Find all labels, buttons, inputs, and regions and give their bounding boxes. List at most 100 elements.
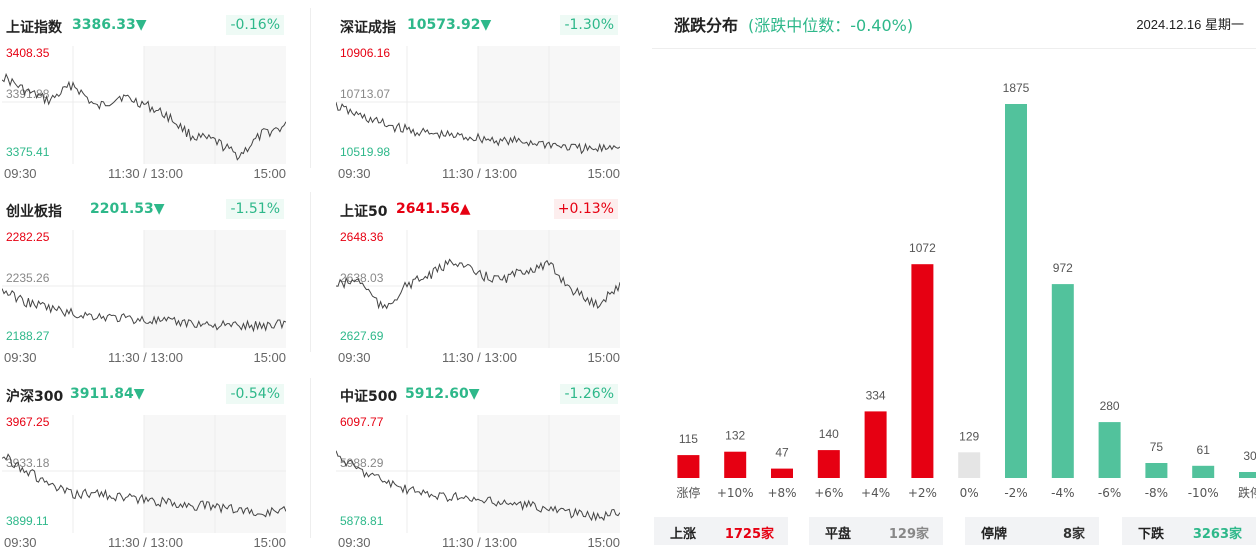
summary-value: 3263家 bbox=[1192, 527, 1242, 542]
summary-value: 8家 bbox=[1062, 527, 1085, 542]
index-value: 10573.92▼ bbox=[407, 17, 491, 33]
bar-category-label: -8% bbox=[1145, 486, 1168, 500]
summary-label: 停牌 bbox=[981, 527, 1008, 542]
index-card[interactable]: 创业板指 2201.53▼ -1.51% 2282.25 2235.26 2188.27 0… bbox=[2, 192, 286, 372]
bar-3[interactable] bbox=[817, 450, 840, 478]
index-value: 3911.84▼ bbox=[70, 386, 145, 402]
time-label-close: 15:00 bbox=[587, 535, 620, 550]
index-value-number: 2201.53 bbox=[90, 201, 154, 217]
summary-label: 下跌 bbox=[1138, 527, 1165, 542]
bar-category-label: -10% bbox=[1188, 486, 1219, 500]
summary-label: 上涨 bbox=[670, 527, 697, 542]
index-card[interactable]: 上证50 2641.56▲ +0.13% 2648.36 2638.03 2627.69 0… bbox=[336, 192, 620, 372]
bar-category-label: -2% bbox=[1004, 486, 1027, 500]
bar-value-label: 75 bbox=[1150, 440, 1164, 454]
bar-category-label: 跌停 bbox=[1238, 485, 1256, 500]
index-header: 沪深300 3911.84▼ -0.54% bbox=[2, 377, 286, 407]
bar-12[interactable] bbox=[1239, 472, 1256, 478]
bar-value-label: 115 bbox=[679, 432, 698, 446]
intraday-sparkline bbox=[2, 230, 286, 348]
bar-value-label: 334 bbox=[866, 388, 886, 402]
index-header: 上证50 2641.56▲ +0.13% bbox=[336, 192, 620, 222]
index-change-badge: -1.51% bbox=[226, 199, 284, 219]
bar-category-label: +10% bbox=[717, 486, 754, 500]
bar-2[interactable] bbox=[771, 468, 793, 478]
trend-arrow-icon: ▼ bbox=[135, 17, 147, 33]
bar-10[interactable] bbox=[1145, 463, 1168, 478]
index-value-number: 2641.56 bbox=[396, 201, 460, 217]
bar-value-label: 972 bbox=[1053, 261, 1073, 275]
index-change-badge: -0.16% bbox=[226, 15, 284, 35]
index-name: 上证50 bbox=[340, 204, 388, 220]
index-value: 2201.53▼ bbox=[90, 201, 165, 217]
bar-value-label: 140 bbox=[819, 427, 839, 441]
index-card[interactable]: 上证指数 3386.33▼ -0.16% 3408.35 3391.88 3375.41 0… bbox=[2, 8, 286, 188]
index-change-badge: -1.30% bbox=[560, 15, 618, 35]
index-card[interactable]: 沪深300 3911.84▼ -0.54% 3967.25 3933.18 3899.11… bbox=[2, 377, 286, 557]
intraday-sparkline bbox=[336, 46, 620, 164]
trend-arrow-icon: ▼ bbox=[153, 201, 165, 217]
bar-9[interactable] bbox=[1098, 422, 1121, 478]
summary-value: 1725家 bbox=[724, 527, 774, 542]
bar-category-label: +4% bbox=[861, 486, 890, 500]
index-name: 沪深300 bbox=[6, 389, 64, 405]
bar-category-label: 0% bbox=[960, 486, 979, 500]
time-label-close: 15:00 bbox=[587, 350, 620, 365]
bar-8[interactable] bbox=[1051, 284, 1074, 478]
time-label-close: 15:00 bbox=[587, 166, 620, 181]
time-label-mid: 11:30 / 13:00 bbox=[442, 166, 517, 181]
index-header: 深证成指 10573.92▼ -1.30% bbox=[336, 8, 620, 38]
time-label-open: 09:30 bbox=[4, 166, 37, 181]
index-card[interactable]: 深证成指 10573.92▼ -1.30% 10906.16 10713.07 10519… bbox=[336, 8, 620, 188]
time-label-mid: 11:30 / 13:00 bbox=[442, 535, 517, 550]
index-value: 2641.56▲ bbox=[396, 201, 471, 217]
bar-6[interactable] bbox=[958, 452, 981, 478]
index-change-badge: -1.26% bbox=[560, 384, 618, 404]
bar-category-label: +2% bbox=[908, 486, 937, 500]
bar-value-label: 129 bbox=[959, 429, 979, 443]
bar-value-label: 47 bbox=[775, 446, 789, 460]
time-label-mid: 11:30 / 13:00 bbox=[108, 535, 183, 550]
trend-arrow-icon: ▲ bbox=[459, 201, 471, 217]
summary-label: 平盘 bbox=[825, 527, 852, 542]
bar-category-label: 涨停 bbox=[676, 485, 700, 500]
trend-arrow-icon: ▼ bbox=[468, 386, 480, 402]
bar-value-label: 30 bbox=[1243, 449, 1256, 463]
bar-category-label: -6% bbox=[1098, 486, 1121, 500]
index-value-number: 10573.92 bbox=[407, 17, 481, 33]
time-label-close: 15:00 bbox=[253, 166, 286, 181]
bar-category-label: +6% bbox=[814, 486, 843, 500]
index-value: 3386.33▼ bbox=[72, 17, 147, 33]
index-card[interactable]: 中证500 5912.60▼ -1.26% 6097.77 5988.29 5878.81… bbox=[336, 377, 620, 557]
index-header: 上证指数 3386.33▼ -0.16% bbox=[2, 8, 286, 38]
index-header: 中证500 5912.60▼ -1.26% bbox=[336, 377, 620, 407]
bar-category-label: +8% bbox=[767, 486, 796, 500]
summary-fall: 下跌 3263家 bbox=[1122, 517, 1256, 545]
time-label-open: 09:30 bbox=[4, 535, 37, 550]
time-label-open: 09:30 bbox=[4, 350, 37, 365]
intraday-sparkline bbox=[336, 415, 620, 533]
bar-1[interactable] bbox=[724, 451, 747, 478]
time-label-mid: 11:30 / 13:00 bbox=[108, 166, 183, 181]
index-change-badge: -0.54% bbox=[226, 384, 284, 404]
time-label-close: 15:00 bbox=[253, 535, 286, 550]
bar-7[interactable] bbox=[1005, 104, 1027, 478]
column-divider bbox=[310, 192, 311, 352]
intraday-sparkline bbox=[2, 46, 286, 164]
summary-suspended: 停牌 8家 bbox=[965, 517, 1099, 545]
time-label-open: 09:30 bbox=[338, 535, 371, 550]
time-label-mid: 11:30 / 13:00 bbox=[442, 350, 517, 365]
bar-4[interactable] bbox=[864, 411, 887, 478]
time-label-close: 15:00 bbox=[253, 350, 286, 365]
index-name: 深证成指 bbox=[340, 20, 396, 36]
intraday-sparkline bbox=[2, 415, 286, 533]
intraday-sparkline bbox=[336, 230, 620, 348]
bar-value-label: 1072 bbox=[909, 241, 936, 255]
bar-5[interactable] bbox=[911, 264, 934, 478]
bar-0[interactable] bbox=[677, 455, 700, 478]
index-value-number: 5912.60 bbox=[405, 386, 469, 402]
index-header: 创业板指 2201.53▼ -1.51% bbox=[2, 192, 286, 222]
bar-value-label: 280 bbox=[1100, 399, 1120, 413]
bar-11[interactable] bbox=[1192, 465, 1215, 478]
index-value: 5912.60▼ bbox=[405, 386, 480, 402]
